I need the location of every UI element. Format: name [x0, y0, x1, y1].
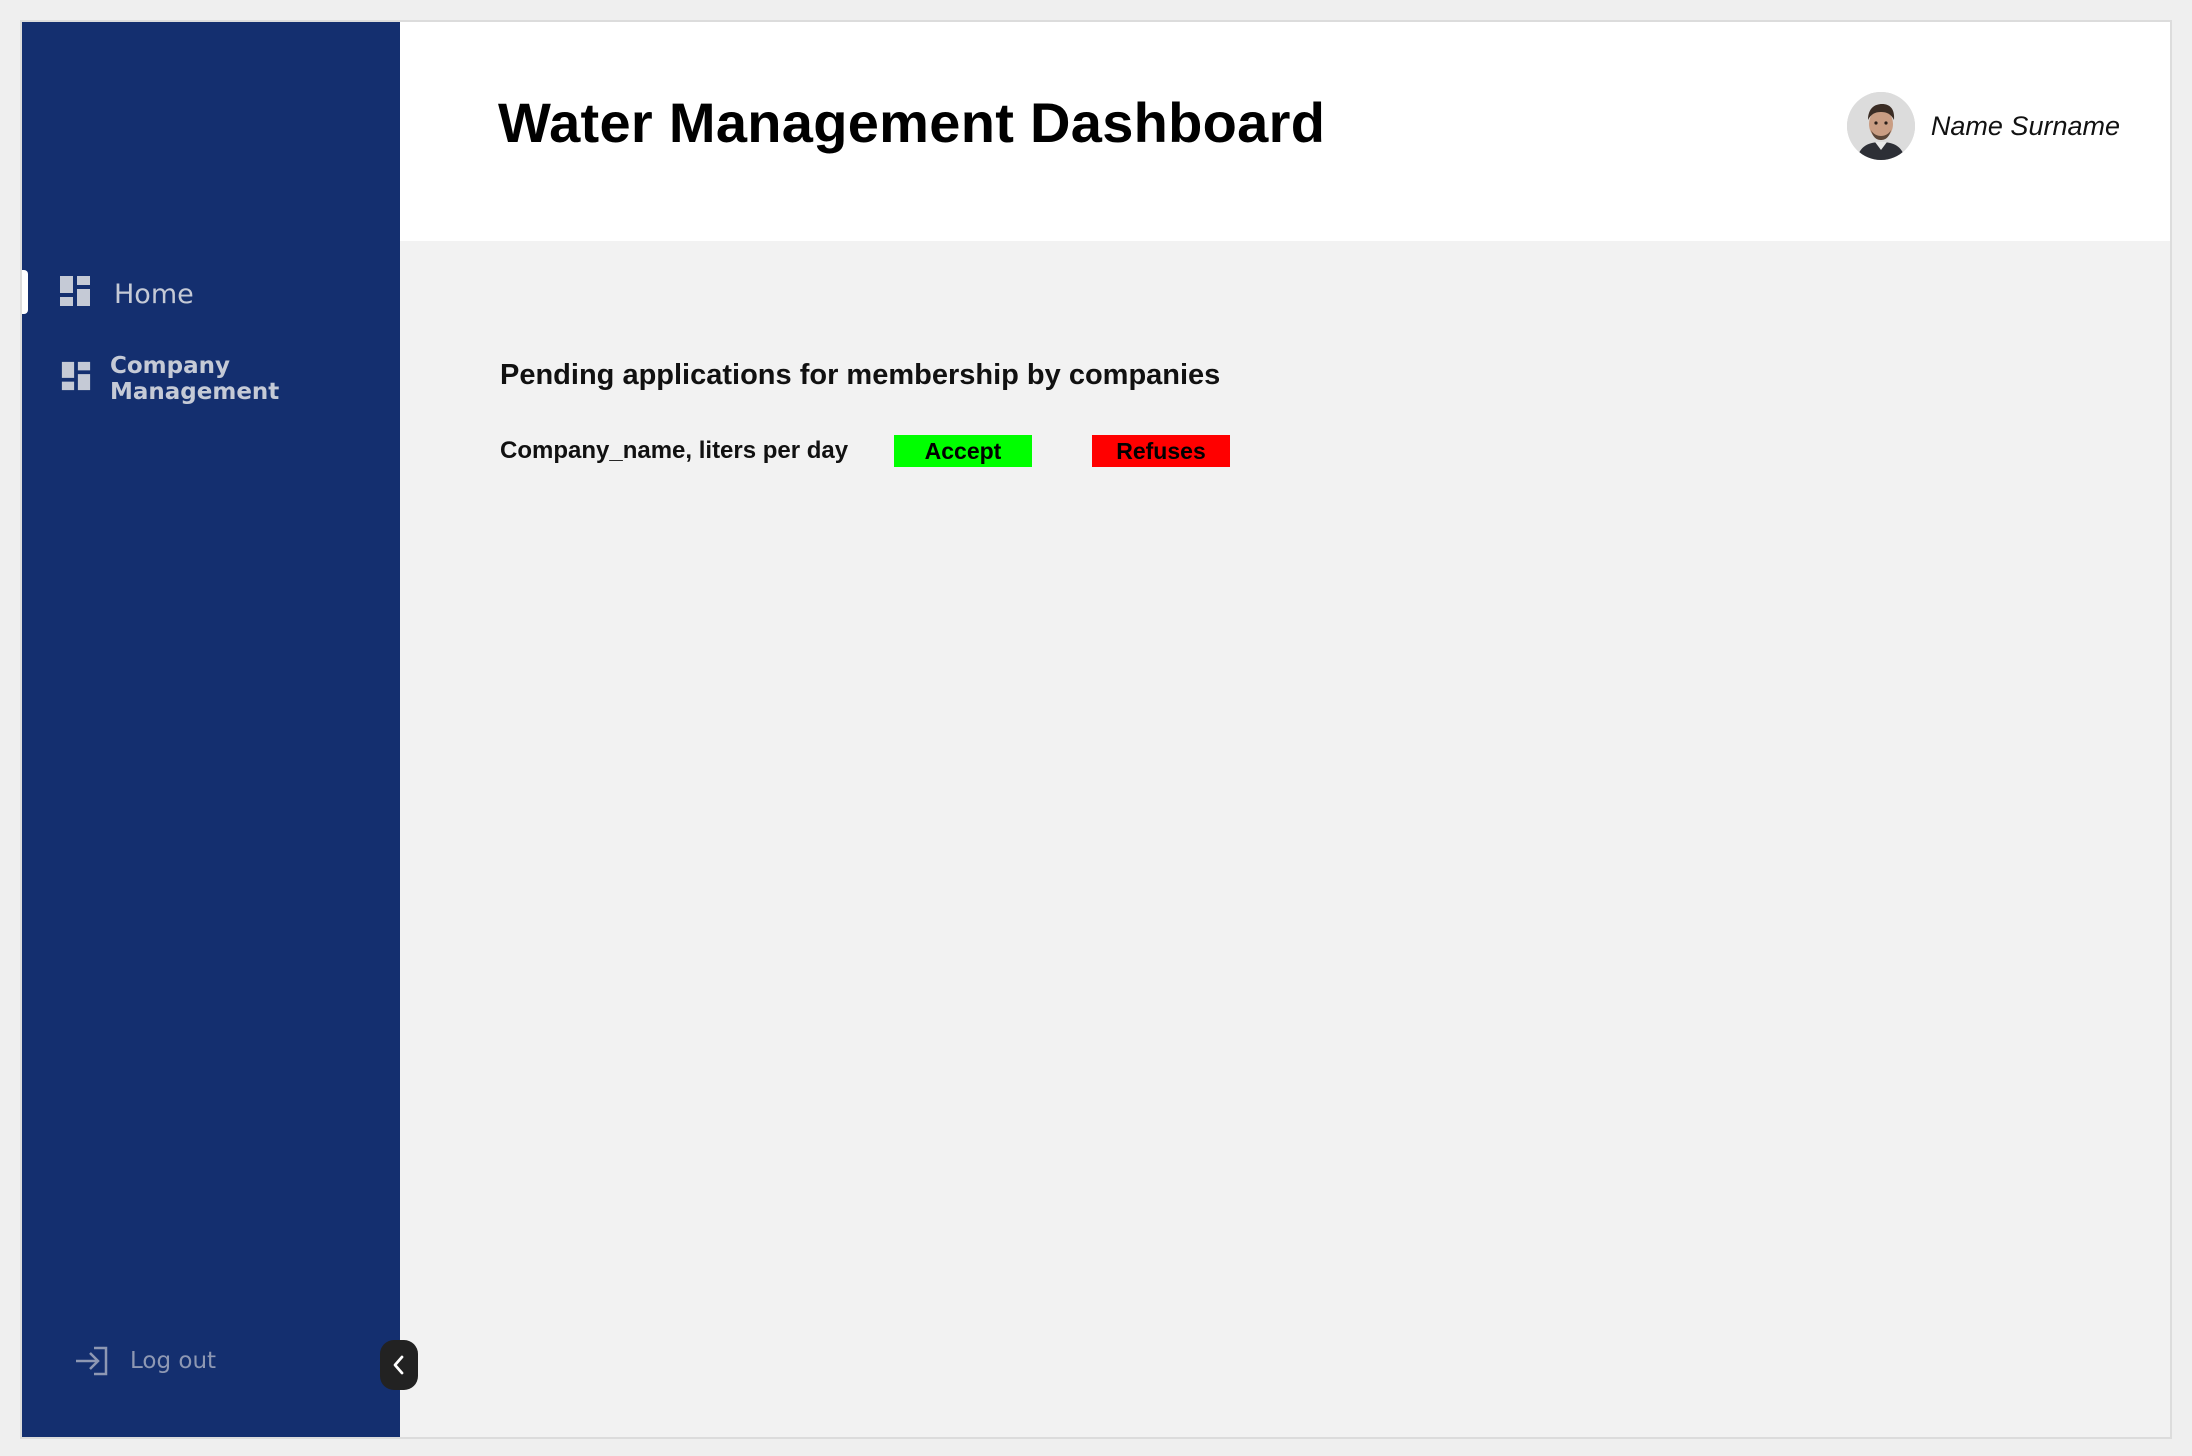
user-profile[interactable]: Name Surname	[1846, 92, 2120, 160]
sidebar-item-label: Home	[114, 279, 194, 310]
logout-icon	[76, 1346, 108, 1376]
header: Water Management Dashboard Name Surname	[400, 22, 2170, 241]
app-window: Home Company Management Log out Water Ma…	[20, 20, 2172, 1439]
avatar[interactable]	[1846, 92, 1915, 160]
main-content: Pending applications for membership by c…	[400, 241, 2170, 1437]
logout-button[interactable]: Log out	[74, 1345, 216, 1377]
user-name: Name Surname	[1930, 110, 2120, 141]
accept-button[interactable]: Accept	[894, 435, 1032, 467]
chevron-left-icon	[393, 1355, 404, 1375]
sidebar-item-label: Company Management	[110, 353, 280, 405]
logout-label: Log out	[130, 1348, 217, 1374]
dashboard-icon	[58, 274, 92, 315]
user-avatar-icon	[1846, 92, 1915, 160]
sidebar-item-home[interactable]: Home	[58, 274, 194, 315]
page-title: Water Management Dashboard	[498, 91, 1326, 154]
application-row: Company_name, liters per day Accept Refu…	[500, 431, 1230, 471]
active-nav-indicator	[22, 270, 28, 314]
section-title: Pending applications for membership by c…	[500, 359, 1221, 391]
refuse-button[interactable]: Refuses	[1092, 435, 1230, 467]
sidebar: Home Company Management Log out	[22, 22, 400, 1437]
sidebar-collapse-toggle[interactable]	[380, 1340, 418, 1390]
sidebar-item-company-management[interactable]: Company Management	[60, 353, 400, 405]
dashboard-icon	[60, 360, 92, 398]
application-label: Company_name, liters per day	[500, 437, 849, 464]
